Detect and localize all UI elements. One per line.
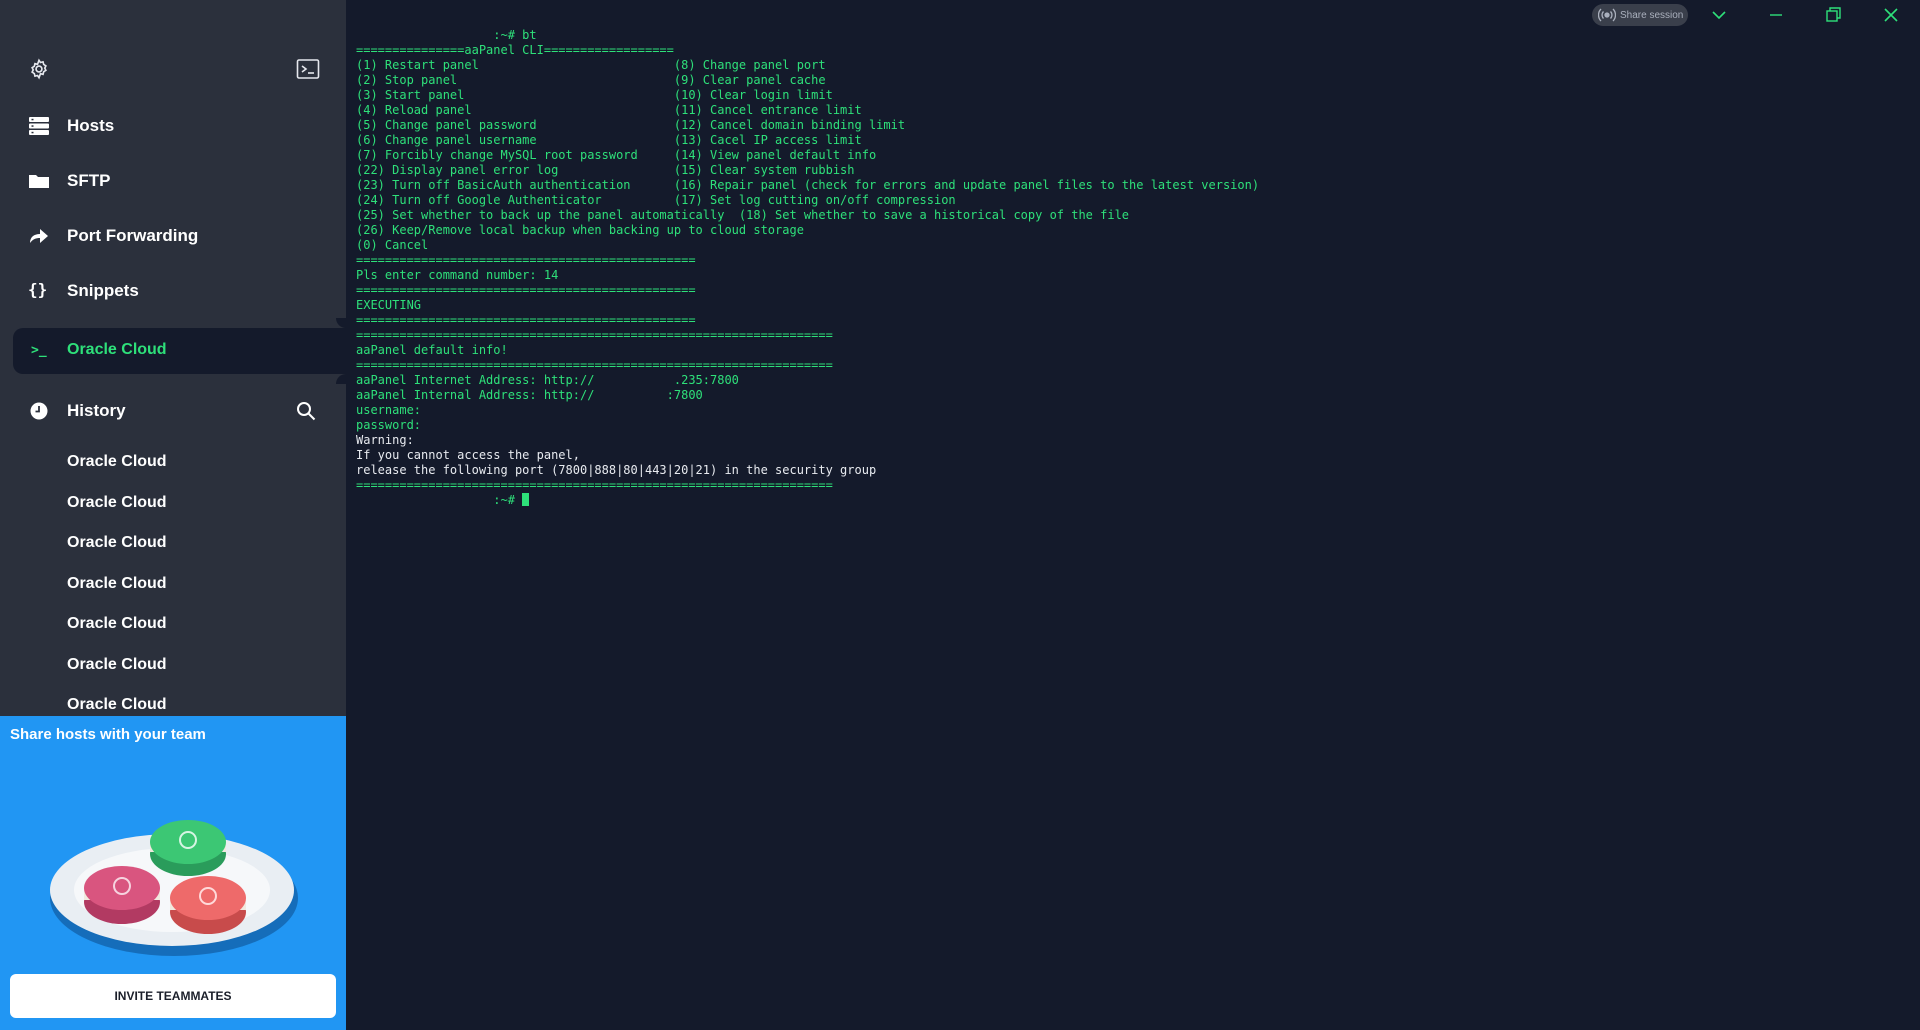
terminal-line: (3) Start panel (10) Clear login limit bbox=[356, 88, 833, 102]
terminal-line: (0) Cancel bbox=[356, 238, 429, 252]
restore-icon[interactable] bbox=[1823, 6, 1843, 24]
terminal-line: ===============aaPanel CLI==============… bbox=[356, 43, 674, 57]
sidebar-item-sftp[interactable]: SFTP bbox=[0, 159, 346, 203]
terminal-pane[interactable]: :~# bt ===============aaPanel CLI========… bbox=[346, 0, 1920, 1030]
sidebar-item-oracle-cloud-active[interactable]: >_ Oracle Cloud bbox=[13, 328, 346, 374]
history-item[interactable]: Oracle Cloud bbox=[67, 696, 167, 714]
settings-gear-icon[interactable] bbox=[28, 58, 50, 80]
tab-notch bbox=[336, 318, 346, 328]
terminal-line: aaPanel Internal Address: http:// :7800 bbox=[356, 388, 703, 402]
promo-title: Share hosts with your team bbox=[10, 726, 206, 743]
terminal-line: EXECUTING bbox=[356, 298, 422, 312]
terminal-line: :~# bbox=[356, 493, 1259, 508]
terminal-line: If you cannot access the panel, bbox=[356, 448, 580, 462]
sidebar-item-snippets[interactable]: {} Snippets bbox=[0, 269, 346, 313]
terminal-line: (22) Display panel error log (15) Clear … bbox=[356, 163, 855, 177]
terminal-line: (2) Stop panel (9) Clear panel cache bbox=[356, 73, 826, 87]
terminal-icon[interactable] bbox=[296, 58, 320, 80]
folder-icon bbox=[28, 171, 50, 191]
terminal-line: aaPanel default info! bbox=[356, 343, 508, 357]
terminal-cursor bbox=[522, 493, 530, 506]
share-session-button[interactable]: Share session bbox=[1592, 4, 1688, 26]
terminal-line: (5) Change panel password (12) Cancel do… bbox=[356, 118, 906, 132]
terminal-line: password: bbox=[356, 418, 422, 432]
share-session-label: Share session bbox=[1620, 9, 1684, 21]
invite-teammates-button[interactable]: INVITE TEAMMATES bbox=[10, 974, 336, 1018]
terminal-output: :~# bt ===============aaPanel CLI========… bbox=[356, 28, 1259, 508]
broadcast-icon bbox=[1597, 6, 1617, 24]
terminal-line: (4) Reload panel (11) Cancel entrance li… bbox=[356, 103, 862, 117]
macarons-plate-illustration bbox=[42, 778, 302, 958]
sidebar-item-hosts[interactable]: Hosts bbox=[0, 104, 346, 148]
terminal-line: (23) Turn off BasicAuth authentication (… bbox=[356, 178, 1260, 192]
terminal-line: aaPanel Internet Address: http:// .235:7… bbox=[356, 373, 739, 387]
history-item[interactable]: Oracle Cloud bbox=[67, 656, 167, 674]
port-forwarding-icon bbox=[28, 226, 50, 246]
terminal-line: release the following port (7800|888|80|… bbox=[356, 463, 877, 477]
snippets-icon: {} bbox=[28, 280, 48, 299]
history-clock-icon bbox=[30, 402, 48, 420]
sidebar-item-label: Oracle Cloud bbox=[67, 341, 167, 358]
history-item[interactable]: Oracle Cloud bbox=[67, 534, 167, 552]
terminal-line: (25) Set whether to back up the panel au… bbox=[356, 208, 1130, 222]
team-promo-panel: Share hosts with your team INVITE TEAMMA… bbox=[0, 716, 346, 1030]
search-icon[interactable] bbox=[296, 401, 316, 421]
terminal-line: :~# bt bbox=[356, 28, 537, 42]
terminal-line: ========================================… bbox=[356, 253, 696, 267]
chevron-down-icon[interactable] bbox=[1709, 6, 1729, 24]
history-item[interactable]: Oracle Cloud bbox=[67, 494, 167, 512]
terminal-line: Pls enter command number: 14 bbox=[356, 268, 559, 282]
sidebar-item-label: SFTP bbox=[67, 171, 111, 190]
terminal-line: (1) Restart panel (8) Change panel port bbox=[356, 58, 826, 72]
terminal-prompt-icon: >_ bbox=[31, 343, 47, 358]
terminal-line: ========================================… bbox=[356, 478, 833, 492]
terminal-line: (24) Turn off Google Authenticator (17) … bbox=[356, 193, 956, 207]
history-header: History bbox=[0, 389, 346, 433]
sidebar: Hosts SFTP Port Forwarding {} Snippets >… bbox=[0, 0, 346, 1030]
terminal-line: (7) Forcibly change MySQL root password … bbox=[356, 148, 877, 162]
minimize-icon[interactable] bbox=[1766, 6, 1786, 24]
terminal-line: username: bbox=[356, 403, 422, 417]
sidebar-item-label: Port Forwarding bbox=[67, 226, 199, 245]
sidebar-item-label: Snippets bbox=[67, 281, 139, 300]
terminal-line: ========================================… bbox=[356, 328, 833, 342]
history-item[interactable]: Oracle Cloud bbox=[67, 453, 167, 471]
terminal-line: Warning: bbox=[356, 433, 414, 447]
sidebar-item-port-forwarding[interactable]: Port Forwarding bbox=[0, 214, 346, 258]
history-item[interactable]: Oracle Cloud bbox=[67, 615, 167, 633]
tab-notch bbox=[336, 374, 346, 384]
terminal-line: (26) Keep/Remove local backup when backi… bbox=[356, 223, 804, 237]
history-label: History bbox=[67, 401, 126, 420]
terminal-line: (6) Change panel username (13) Cacel IP … bbox=[356, 133, 862, 147]
terminal-line: ========================================… bbox=[356, 358, 833, 372]
close-icon[interactable] bbox=[1881, 6, 1901, 24]
history-item[interactable]: Oracle Cloud bbox=[67, 575, 167, 593]
terminal-line: ========================================… bbox=[356, 313, 696, 327]
hosts-icon bbox=[28, 116, 50, 136]
terminal-line: ========================================… bbox=[356, 283, 696, 297]
sidebar-item-label: Hosts bbox=[67, 116, 115, 135]
